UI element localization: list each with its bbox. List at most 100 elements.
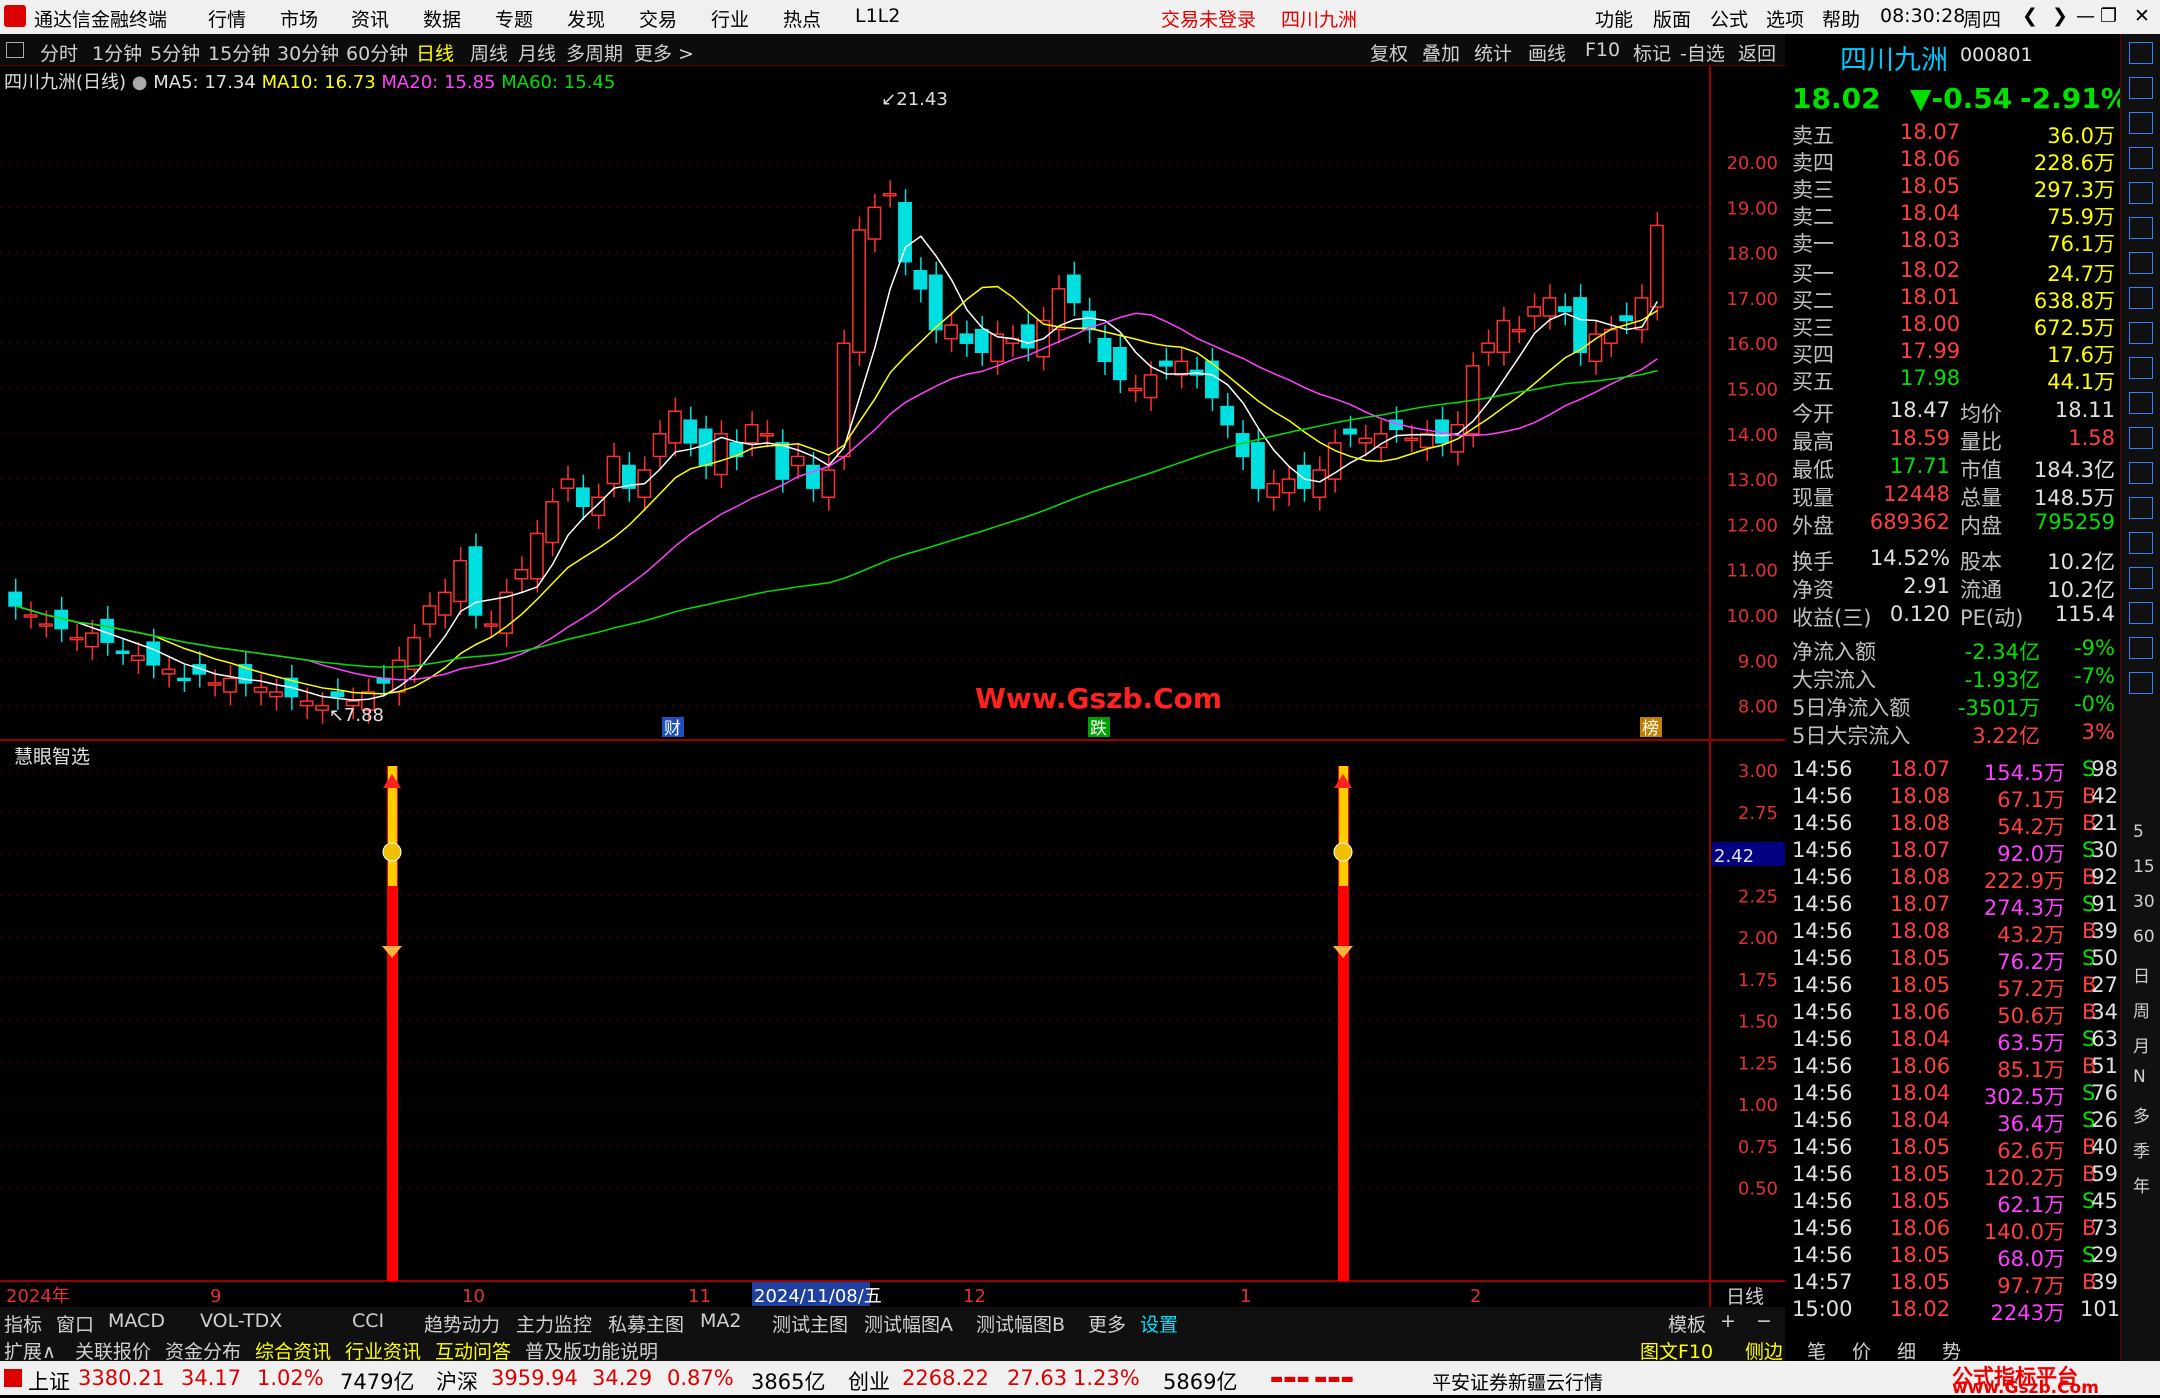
period-tab-active[interactable]: 日线 (416, 39, 454, 66)
menu-formula[interactable]: 公式 (1710, 5, 1748, 32)
pen-icon[interactable] (2129, 602, 2153, 624)
close-icon[interactable]: ✕ (2134, 5, 2150, 27)
orderbook-row[interactable]: 卖五 18.07 36.0万 (1790, 120, 2120, 148)
stat-row[interactable]: 现量 12448 总量 148.5万 (1790, 482, 2120, 510)
sz-label[interactable]: 沪深 (436, 1366, 478, 1396)
indicator-tab[interactable]: MACD (108, 1310, 165, 1332)
stat-row[interactable]: 今开 18.47 均价 18.11 (1790, 398, 2120, 426)
return-button[interactable]: 返回 (1738, 39, 1776, 66)
restore-icon[interactable]: ❐ (2100, 5, 2117, 27)
menu-item[interactable]: 行情 (208, 5, 246, 32)
calendar-icon[interactable] (2129, 357, 2153, 379)
fin-icon[interactable] (2129, 322, 2153, 344)
orderbook-row[interactable]: 卖一 18.03 76.1万 (1790, 228, 2120, 256)
menu-options[interactable]: 选项 (1766, 5, 1804, 32)
period-tab[interactable]: 1分钟 (92, 39, 142, 66)
tick-row[interactable]: 14:56 18.06 50.6万 B 34 (1790, 1000, 2120, 1028)
menu-item[interactable]: L1L2 (855, 5, 900, 27)
template-control[interactable]: + (1720, 1310, 1736, 1332)
sidebar-period[interactable]: 年 (2133, 1172, 2150, 1197)
extension-tab[interactable]: 关联报价 (75, 1337, 151, 1364)
fz-icon[interactable] (2129, 427, 2153, 449)
period-tab[interactable]: 分时 (40, 39, 78, 66)
indicator-tab[interactable]: MA2 (700, 1310, 741, 1332)
orderbook-row[interactable]: 卖三 18.05 297.3万 (1790, 174, 2120, 202)
sidebar-period[interactable]: 15 (2133, 857, 2155, 877)
cy-label[interactable]: 创业 (848, 1366, 890, 1396)
period-tab[interactable]: 5分钟 (150, 39, 200, 66)
menu-item[interactable]: 资讯 (351, 5, 389, 32)
orderbook-row[interactable]: 买一 18.02 24.7万 (1790, 258, 2120, 286)
chart-icon[interactable] (2129, 217, 2153, 239)
extension-tab[interactable]: 综合资讯 (255, 1337, 331, 1364)
watchlist-button[interactable]: -自选 (1680, 39, 1725, 66)
sidebar-period[interactable]: N (2133, 1067, 2146, 1087)
login-status[interactable]: 交易未登录 (1161, 5, 1256, 32)
side-panel-tab[interactable]: 图文F10 (1640, 1337, 1713, 1364)
forward-arrow-icon[interactable]: ❯ (2052, 5, 2068, 27)
tick-row[interactable]: 14:56 18.05 76.2万 S 50 (1790, 946, 2120, 974)
overlay-button[interactable]: 叠加 (1422, 39, 1460, 66)
indicator-tab[interactable]: 窗口 (56, 1310, 94, 1337)
rsi-icon[interactable] (2129, 532, 2153, 554)
sidebar-period[interactable]: 日 (2133, 962, 2150, 987)
period-tab[interactable]: 月线 (518, 39, 556, 66)
period-tab[interactable]: 60分钟 (346, 39, 408, 66)
extension-tab[interactable]: 普及版功能说明 (525, 1337, 658, 1364)
tick-row[interactable]: 14:56 18.04 63.5万 S 63 (1790, 1027, 2120, 1055)
period-tab[interactable]: 15分钟 (208, 39, 270, 66)
f10-button[interactable]: F10 (1585, 39, 1620, 61)
tick-row[interactable]: 14:56 18.07 154.5万 S 98 (1790, 757, 2120, 785)
indicator-tab[interactable]: 主力监控 (516, 1310, 592, 1337)
extension-tab[interactable]: 扩展∧ (4, 1337, 56, 1364)
indicator-tab[interactable]: 测试幅图A (864, 1310, 953, 1337)
indicator-tab[interactable]: 私募主图 (608, 1310, 684, 1337)
sidebar-period[interactable]: 多 (2133, 1102, 2150, 1127)
bar-icon[interactable] (2129, 252, 2153, 274)
minimize-icon[interactable]: — (2076, 5, 2095, 27)
tick-row[interactable]: 14:56 18.08 222.9万 B 92 (1790, 865, 2120, 893)
side-panel-tab[interactable]: 笔 (1807, 1337, 1826, 1364)
sidebar-period[interactable]: 月 (2133, 1032, 2150, 1057)
menu-item[interactable]: 热点 (783, 5, 821, 32)
pin-icon[interactable] (2129, 42, 2153, 64)
orderbook-row[interactable]: 卖四 18.06 228.6万 (1790, 147, 2120, 175)
period-tab[interactable]: 周线 (470, 39, 508, 66)
orderbook-row[interactable]: 买三 18.00 672.5万 (1790, 312, 2120, 340)
flow-row[interactable]: 5日大宗流入 3.22亿 3% (1790, 720, 2120, 748)
menu-item[interactable]: 市场 (280, 5, 318, 32)
tick-row[interactable]: 14:56 18.04 36.4万 S 26 (1790, 1108, 2120, 1136)
extension-tab[interactable]: 资金分布 (165, 1337, 241, 1364)
indicator-tab[interactable]: 指标 (4, 1310, 42, 1337)
mark-button[interactable]: 标记 (1633, 39, 1671, 66)
menu-function[interactable]: 功能 (1595, 5, 1633, 32)
menu-item[interactable]: 专题 (495, 5, 533, 32)
draw-button[interactable]: 画线 (1528, 39, 1566, 66)
stats-button[interactable]: 统计 (1474, 39, 1512, 66)
indicator-tab[interactable]: VOL-TDX (200, 1310, 282, 1332)
tick-row[interactable]: 14:56 18.06 140.0万 B 73 (1790, 1216, 2120, 1244)
tick-row[interactable]: 14:56 18.06 85.1万 B 51 (1790, 1054, 2120, 1082)
down-icon[interactable] (2129, 112, 2153, 134)
menu-item[interactable]: 交易 (639, 5, 677, 32)
extension-tab[interactable]: 互动问答 (435, 1337, 511, 1364)
flow-row[interactable]: 净流入额 -2.34亿 -9% (1790, 636, 2120, 664)
stat-row[interactable]: 净资 2.91 流通 10.2亿 (1790, 574, 2120, 602)
extension-tab[interactable]: 行业资讯 (345, 1337, 421, 1364)
sidebar-period[interactable]: 季 (2133, 1137, 2150, 1162)
side-panel-tab[interactable]: 势 (1942, 1337, 1961, 1364)
tick-row[interactable]: 14:56 18.05 57.2万 B 27 (1790, 973, 2120, 1001)
side-panel-tab[interactable]: 细 (1897, 1337, 1916, 1364)
sidebar-period[interactable]: 60 (2133, 927, 2155, 947)
news-icon[interactable] (2129, 147, 2153, 169)
stat-row[interactable]: 最低 17.71 市值 184.3亿 (1790, 454, 2120, 482)
menu-layout[interactable]: 版面 (1653, 5, 1691, 32)
template-control[interactable]: − (1756, 1310, 1772, 1332)
indicator-tab[interactable]: 测试主图 (772, 1310, 848, 1337)
menu-item[interactable]: 发现 (567, 5, 605, 32)
move-icon[interactable] (2129, 567, 2153, 589)
sidebar-period[interactable]: 5 (2133, 822, 2144, 842)
orderbook-row[interactable]: 买四 17.99 17.6万 (1790, 339, 2120, 367)
menu-item[interactable]: 行业 (711, 5, 749, 32)
list-icon[interactable] (2129, 287, 2153, 309)
